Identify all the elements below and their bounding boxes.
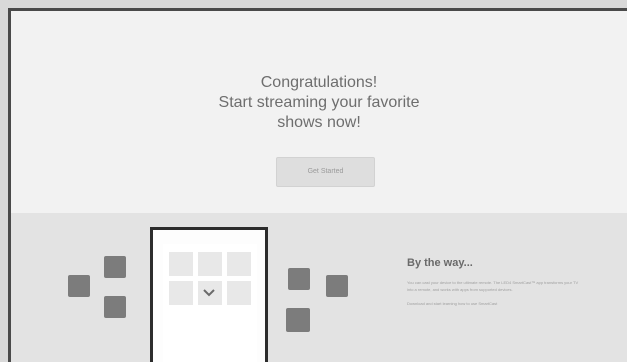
welcome-panel: Congratulations! Start streaming your fa… [11,11,627,213]
app-tile [169,281,193,305]
info-body: You can cast your device to the ultimate… [407,279,583,314]
app-tile [198,252,222,276]
decor-square [288,268,310,290]
headline-line-2: Start streaming your favorite [218,94,420,111]
decor-square [104,296,126,318]
app-tile [227,252,251,276]
decor-square [68,275,90,297]
info-title: By the way... [407,257,473,269]
chevron-down-icon [199,284,219,304]
get-started-button[interactable]: Get Started [276,157,375,187]
headline-line-1: Congratulations! [260,74,378,91]
app-tile [169,252,193,276]
app-tile [227,281,251,305]
phone-illustration [150,227,268,362]
phone-screen [163,244,257,362]
info-link[interactable]: Download and start learning how to use S… [407,300,583,307]
info-panel: By the way... You can cast your device t… [11,213,627,362]
decor-square [104,256,126,278]
page-title: Congratulations! Start streaming your fa… [11,73,627,133]
info-paragraph: You can cast your device to the ultimate… [407,280,579,292]
headline-line-3: shows now! [277,114,361,131]
decor-square [326,275,348,297]
app-window: Congratulations! Start streaming your fa… [8,8,627,362]
decor-square [286,308,310,332]
